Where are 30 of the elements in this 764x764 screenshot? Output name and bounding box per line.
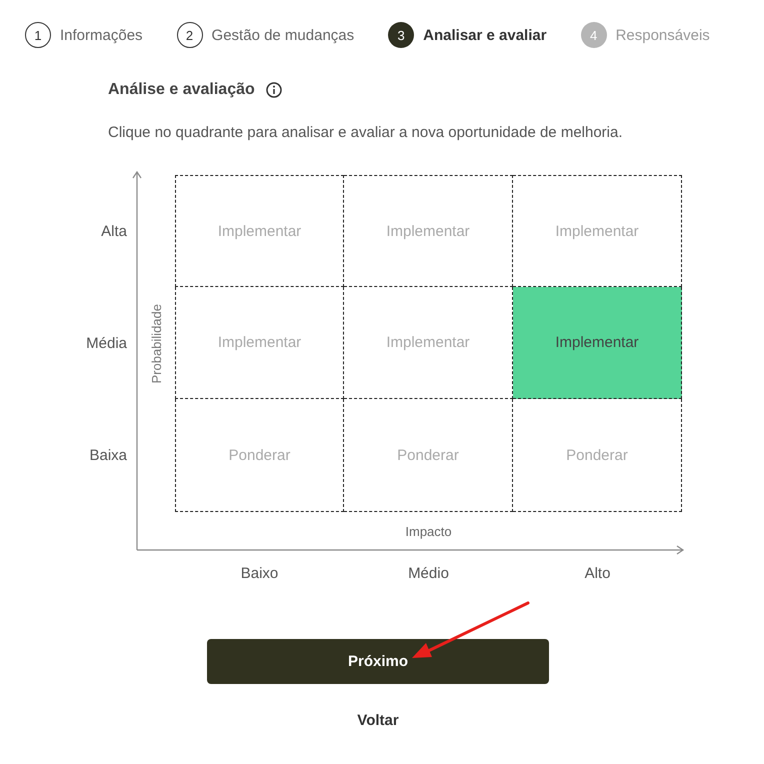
instruction-text: Clique no quadrante para analisar e avaliar a nova oportunidade de melhoria.: [108, 123, 624, 143]
impact-level-label: Alto: [584, 564, 610, 582]
y-axis-title: Probabilidade: [148, 304, 164, 384]
step-number: 4: [580, 22, 607, 48]
x-axis-title: Impacto: [405, 524, 452, 538]
probability-level-label: Alta: [101, 222, 127, 240]
matrix-cell[interactable]: Ponderar: [344, 399, 513, 512]
step-label: Analisar e avaliar: [423, 26, 547, 44]
matrix-cell[interactable]: Ponderar: [513, 399, 682, 512]
matrix-cell[interactable]: Implementar: [513, 287, 682, 399]
probability-level-label: Média: [86, 334, 127, 352]
step-number: 1: [25, 22, 51, 48]
impact-level-label: Médio: [408, 564, 449, 582]
matrix-cell[interactable]: Implementar: [175, 287, 344, 399]
probability-level-label: Baixa: [89, 447, 127, 464]
section-title: Análise e avaliação: [108, 80, 255, 100]
step-number: 3: [388, 22, 414, 48]
step-number: 2: [176, 22, 203, 48]
matrix-cell[interactable]: Implementar: [513, 175, 682, 287]
step-label: Informações: [60, 26, 143, 44]
next-button[interactable]: Próximo: [207, 639, 549, 684]
matrix-cell[interactable]: Ponderar: [175, 399, 344, 512]
matrix-cell[interactable]: Implementar: [175, 175, 344, 287]
step-label: Responsáveis: [616, 26, 710, 44]
back-button[interactable]: Voltar: [351, 710, 405, 731]
info-icon[interactable]: [266, 82, 282, 98]
step-label: Gestão de mudanças: [212, 26, 354, 44]
impact-level-label: Baixo: [240, 564, 278, 582]
matrix-cell[interactable]: Implementar: [344, 175, 513, 287]
matrix-cell[interactable]: Implementar: [344, 287, 513, 399]
